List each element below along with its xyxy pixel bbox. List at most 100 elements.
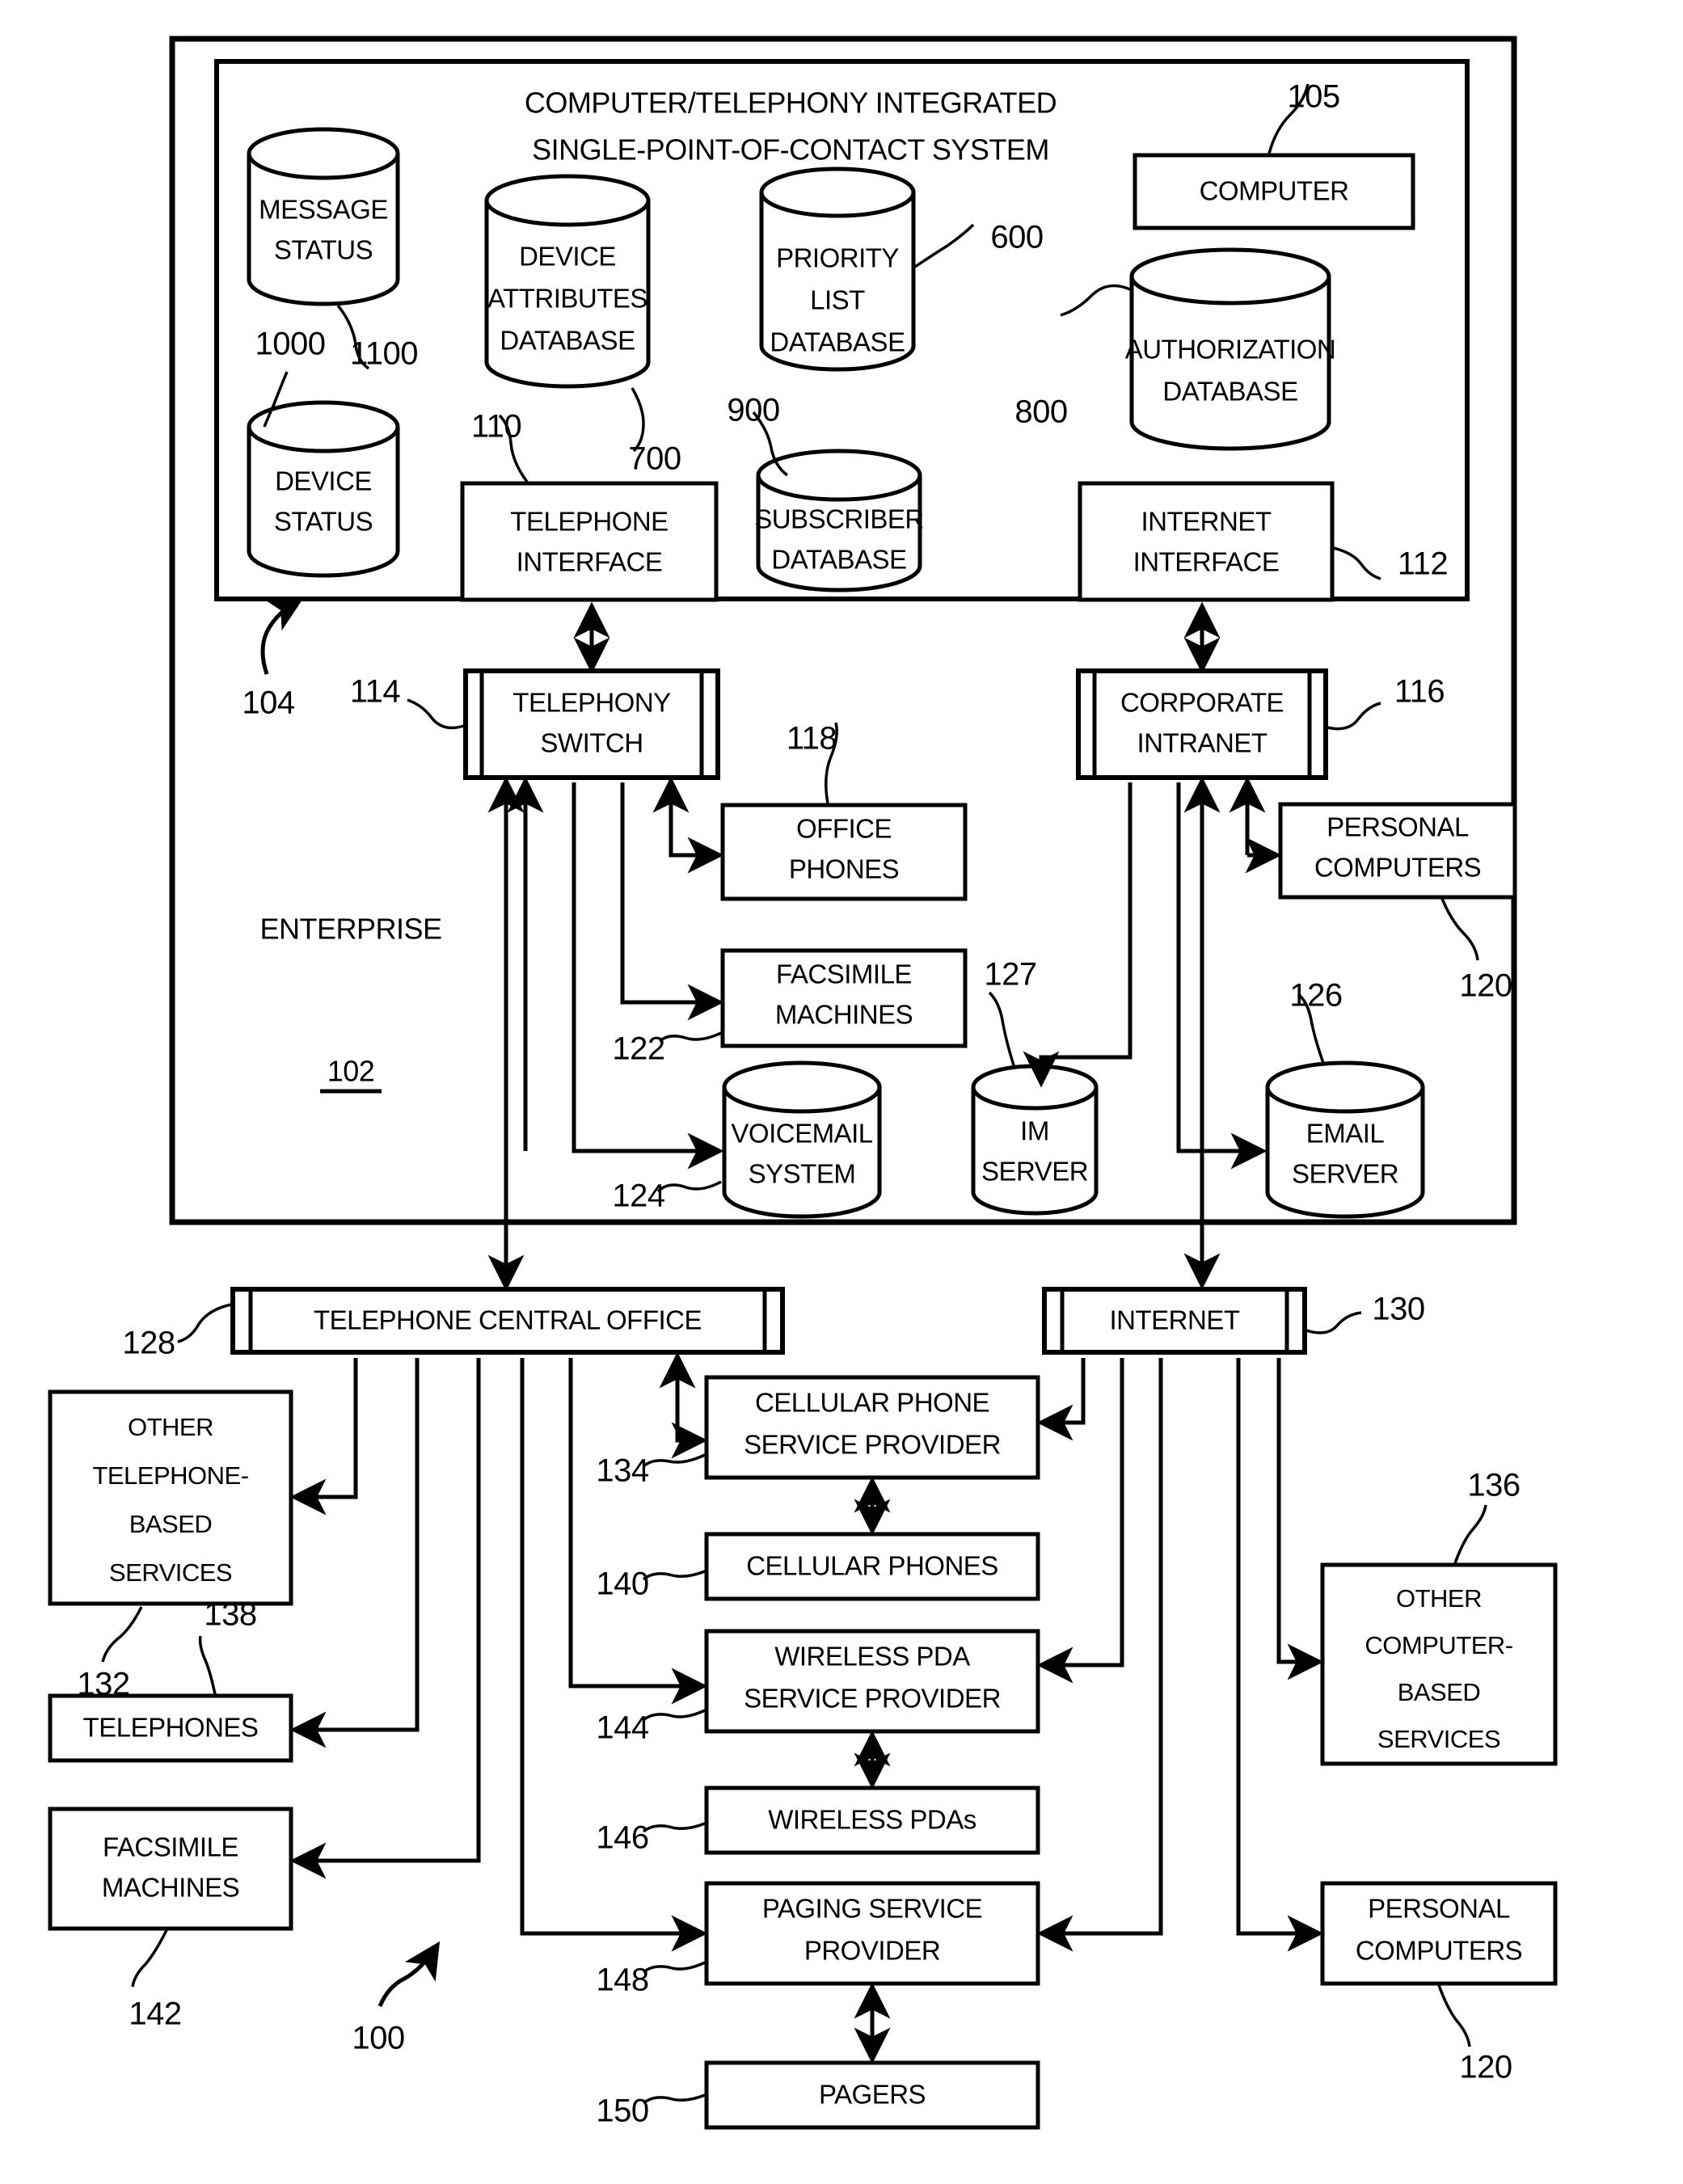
- paging-service-provider-box: PAGING SERVICE PROVIDER: [704, 1881, 1040, 1986]
- lead-146: [642, 1822, 706, 1833]
- patent-figure: COMPUTER/TELEPHONY INTEGRATED SINGLE-POI…: [0, 0, 1683, 2184]
- arrow-switch-officephones: [669, 779, 724, 874]
- cpsp-line2: SERVICE PROVIDER: [744, 1430, 1001, 1460]
- telephony-switch-line2: SWITCH: [540, 728, 643, 758]
- pc-enterprise-line1: PERSONAL: [1327, 812, 1469, 842]
- ref-148: 148: [596, 1963, 648, 1998]
- priority-list-db-line3: DATABASE: [770, 327, 905, 357]
- lead-800: [1060, 284, 1131, 317]
- other-telephone-based-services-box: OTHER TELEPHONE- BASED SERVICES: [48, 1389, 293, 1606]
- enterprise-label: ENTERPRISE: [259, 913, 441, 946]
- arrow-switch-voicemail: [572, 782, 724, 1170]
- ref-112: 112: [1398, 546, 1448, 582]
- ref-138: 138: [204, 1597, 256, 1633]
- pagers-label: PAGERS: [819, 2080, 926, 2110]
- ocbs-line2: COMPUTER-: [1365, 1631, 1512, 1659]
- message-status-cylinder: MESSAGE STATUS: [247, 127, 400, 306]
- cellular-phones-label: CELLULAR PHONES: [746, 1551, 998, 1581]
- ocbs-line3: BASED: [1398, 1678, 1481, 1706]
- ref-128: 128: [122, 1326, 175, 1361]
- email-server-cylinder: EMAIL SERVER: [1265, 1060, 1425, 1219]
- wireless-pdas-label: WIRELESS PDAs: [768, 1805, 976, 1835]
- telephone-central-office-bus: TELEPHONE CENTRAL OFFICE: [230, 1287, 785, 1355]
- lead-148: [642, 1961, 706, 1974]
- ref-900: 900: [727, 393, 779, 428]
- telephone-interface-line2: INTERFACE: [517, 547, 663, 577]
- voicemail-line2: SYSTEM: [749, 1159, 856, 1189]
- device-attributes-db-line3: DATABASE: [500, 326, 635, 356]
- lead-142: [131, 1929, 168, 1988]
- facsimile-machines-ext-box: FACSIMILE MACHINES: [48, 1807, 293, 1931]
- telephone-interface-box: TELEPHONE INTERFACE: [460, 481, 719, 602]
- otbs-line4: SERVICES: [109, 1558, 232, 1587]
- pc-enterprise-line2: COMPUTERS: [1314, 853, 1481, 883]
- wpsp-line2: SERVICE PROVIDER: [744, 1684, 1001, 1714]
- ref-1000: 1000: [255, 327, 326, 362]
- authorization-db-cylinder: AUTHORIZATION DATABASE: [1125, 247, 1336, 451]
- arrow-intranet-imserver: [1023, 782, 1133, 1088]
- device-attributes-db-line2: ATTRIBUTES: [487, 284, 647, 314]
- corporate-intranet-line1: CORPORATE: [1120, 688, 1284, 718]
- ref-800: 800: [1014, 394, 1067, 430]
- pagers-box: PAGERS: [704, 2060, 1040, 2130]
- im-server-line2: SERVER: [981, 1157, 1088, 1187]
- voicemail-line1: VOICEMAIL: [731, 1119, 872, 1149]
- lead-100: [378, 1941, 441, 2007]
- facsimile-machines-box: FACSIMILE MACHINES: [720, 948, 968, 1048]
- arrow-internet-ocbs: [1276, 1358, 1324, 1680]
- telephones-box: TELEPHONES: [48, 1693, 293, 1763]
- device-attributes-db-cylinder: DEVICE ATTRIBUTES DATABASE: [484, 174, 651, 389]
- lead-144: [642, 1709, 706, 1722]
- enterprise-ref: 102: [327, 1055, 375, 1088]
- cpsp-line1: CELLULAR PHONE: [755, 1388, 989, 1418]
- lead-130: [1305, 1311, 1362, 1334]
- lead-127: [988, 991, 1015, 1066]
- internet-interface-line2: INTERFACE: [1133, 547, 1280, 577]
- arrow-tco-cpsp: [671, 1358, 708, 1459]
- cellular-phone-service-provider-box: CELLULAR PHONE SERVICE PROVIDER: [704, 1375, 1040, 1480]
- lead-122: [658, 1031, 722, 1043]
- ref-122: 122: [612, 1031, 664, 1067]
- device-attributes-db-line1: DEVICE: [519, 242, 616, 272]
- lead-114: [407, 698, 465, 730]
- priority-list-db-cylinder: PRIORITY LIST DATABASE: [759, 167, 916, 372]
- device-status-line2: STATUS: [274, 507, 373, 537]
- otbs-line1: OTHER: [128, 1413, 213, 1441]
- ref-104: 104: [242, 685, 294, 721]
- subscriber-db-line2: DATABASE: [771, 545, 906, 575]
- other-computer-based-services-box: OTHER COMPUTER- BASED SERVICES: [1320, 1562, 1558, 1766]
- system-title-line2: SINGLE-POINT-OF-CONTACT SYSTEM: [532, 133, 1049, 167]
- ref-100: 100: [352, 2021, 404, 2056]
- pc-ext-line1: PERSONAL: [1368, 1894, 1510, 1924]
- ref-134: 134: [596, 1453, 648, 1489]
- facsimile-machines-line1: FACSIMILE: [776, 959, 912, 989]
- telephony-switch-line1: TELEPHONY: [512, 688, 671, 718]
- psp-line2: PROVIDER: [804, 1936, 940, 1966]
- corporate-intranet-line2: INTRANET: [1137, 728, 1268, 758]
- ref-1100: 1100: [350, 336, 418, 372]
- telephone-interface-line1: TELEPHONE: [510, 507, 668, 537]
- device-status-cylinder: DEVICE STATUS: [247, 400, 400, 578]
- office-phones-box: OFFICE PHONES: [720, 803, 968, 901]
- lead-124: [656, 1180, 722, 1193]
- otbs-line2: TELEPHONE-: [92, 1461, 248, 1490]
- lead-120-ext: [1437, 1984, 1471, 2047]
- lead-112: [1333, 546, 1381, 580]
- device-status-line1: DEVICE: [275, 466, 372, 496]
- priority-list-db-line2: LIST: [810, 285, 865, 315]
- ref-105: 105: [1287, 79, 1339, 115]
- telephones-label: TELEPHONES: [83, 1713, 259, 1743]
- lead-140: [642, 1570, 706, 1581]
- ref-126: 126: [1289, 978, 1342, 1014]
- wpsp-line1: WIRELESS PDA: [774, 1642, 970, 1672]
- ref-140: 140: [596, 1566, 648, 1602]
- office-phones-line2: PHONES: [789, 854, 899, 884]
- arrow-tco-wpsp: [568, 1358, 708, 1705]
- authorization-db-line2: DATABASE: [1162, 377, 1297, 407]
- internet-interface-box: INTERNET INTERFACE: [1078, 481, 1335, 602]
- ref-144: 144: [596, 1710, 648, 1746]
- corporate-intranet-bus: CORPORATE INTRANET: [1076, 668, 1328, 780]
- ref-127: 127: [984, 957, 1036, 993]
- lead-128: [177, 1303, 232, 1343]
- subscriber-db-line1: SUBSCRIBER: [754, 504, 924, 534]
